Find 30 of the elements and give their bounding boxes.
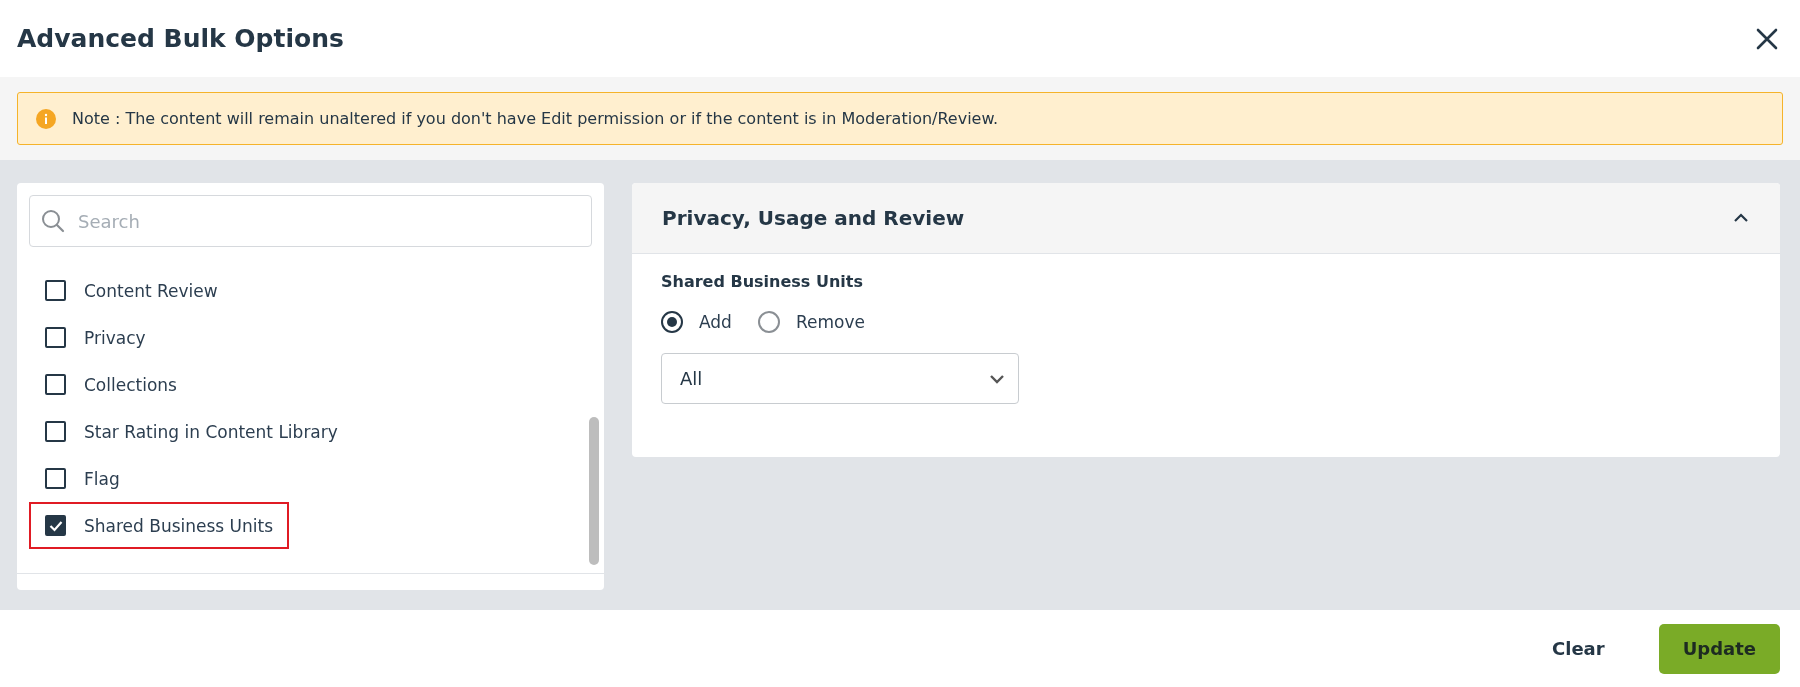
search-icon: [41, 209, 65, 233]
checkbox[interactable]: [45, 515, 66, 536]
business-unit-select[interactable]: All: [661, 353, 1019, 404]
option-item[interactable]: Shared Business Units: [29, 502, 290, 549]
radio-option[interactable]: Add: [661, 311, 732, 333]
checkbox[interactable]: [45, 374, 66, 395]
option-item[interactable]: Star Rating in Content Library: [29, 408, 354, 455]
dialog-title: Advanced Bulk Options: [17, 24, 344, 53]
option-item[interactable]: Flag: [29, 455, 136, 502]
chevron-down-icon: [988, 372, 1006, 385]
radio-option[interactable]: Remove: [757, 311, 865, 333]
section-header[interactable]: Privacy, Usage and Review: [632, 183, 1780, 254]
option-item[interactable]: Privacy: [29, 314, 162, 361]
checkbox[interactable]: [45, 327, 66, 348]
option-item[interactable]: Content Review: [29, 267, 234, 314]
chevron-up-icon: [1732, 212, 1750, 224]
update-button[interactable]: Update: [1658, 623, 1780, 674]
checkbox[interactable]: [45, 468, 66, 489]
info-icon: [36, 108, 56, 129]
scrollbar-thumb[interactable]: [589, 417, 599, 565]
note-text: Note : The content will remain unaltered if you don't have Edit permission or if the content is in Moderation/Review.: [72, 109, 999, 128]
checkbox[interactable]: [45, 421, 66, 442]
search-field[interactable]: Search: [29, 195, 592, 247]
radio-button[interactable]: [757, 311, 780, 333]
checkmark-icon: [48, 519, 63, 532]
clear-button[interactable]: Clear: [1528, 623, 1629, 674]
field-label: Shared Business Units: [661, 272, 864, 291]
checkbox[interactable]: [45, 280, 66, 301]
option-item[interactable]: Collections: [29, 361, 193, 408]
radio-button[interactable]: [661, 311, 683, 333]
